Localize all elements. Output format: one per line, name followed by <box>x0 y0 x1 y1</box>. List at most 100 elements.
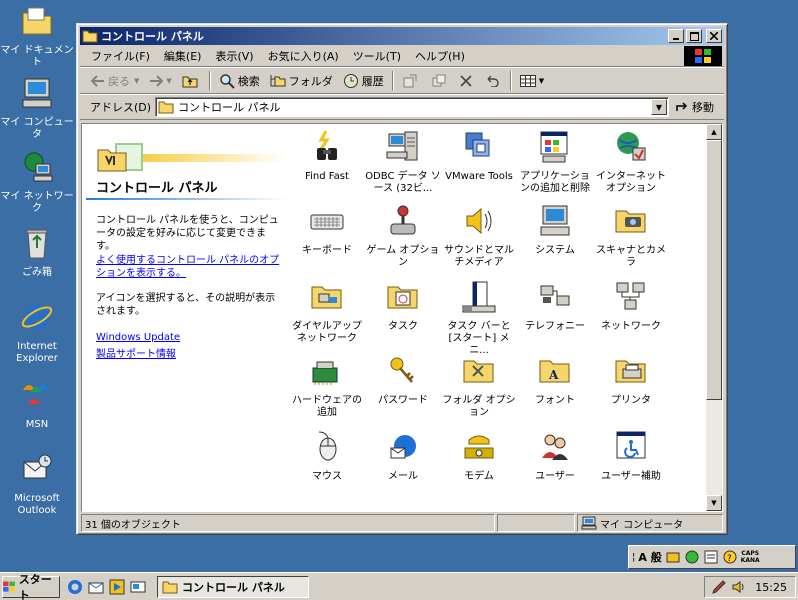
address-field[interactable]: コントロール パネル ▼ <box>155 97 669 117</box>
menu-edit[interactable]: 編集(E) <box>157 46 209 66</box>
item-fonts[interactable]: A フォント <box>517 354 593 407</box>
windows-update-link[interactable]: Windows Update <box>96 331 284 344</box>
item-passwords[interactable]: パスワード <box>365 354 441 407</box>
item-internet-options[interactable]: インターネット オプション <box>593 130 669 195</box>
item-keyboard[interactable]: キーボード <box>289 204 365 257</box>
language-bar[interactable]: ¦ A 般 ? CAPS KANA <box>628 545 796 569</box>
item-scanners-cameras[interactable]: スキャナとカメラ <box>593 204 669 269</box>
control-panel-large-icon <box>97 143 143 172</box>
menu-file[interactable]: ファイル(F) <box>84 46 157 66</box>
item-modems[interactable]: モデム <box>441 430 517 483</box>
media-player-icon[interactable] <box>108 578 126 596</box>
item-dialup-networking[interactable]: ダイヤルアップ ネットワーク <box>289 280 365 345</box>
item-odbc[interactable]: ODBC データ ソース (32ビ... <box>365 130 441 195</box>
menu-help[interactable]: ヘルプ(H) <box>408 46 472 66</box>
info-pane-title: コントロール パネル <box>96 181 218 196</box>
item-find-fast[interactable]: Find Fast <box>289 130 365 183</box>
go-arrow-icon <box>676 102 688 111</box>
go-button[interactable]: 移動 <box>669 99 720 115</box>
clock[interactable]: 15:25 <box>755 581 787 594</box>
delete-button[interactable] <box>455 70 480 92</box>
item-system[interactable]: システム <box>517 204 593 257</box>
status-object-count: 31 個のオブジェクト <box>81 514 495 532</box>
telephony-icon <box>540 285 570 306</box>
menu-favorites[interactable]: お気に入り(A) <box>261 46 346 66</box>
input-mode-label[interactable]: A 般 <box>638 549 661 565</box>
menu-tools[interactable]: ツール(T) <box>346 46 408 66</box>
item-mail[interactable]: メール <box>365 430 441 483</box>
history-button[interactable]: 履歴 <box>338 70 389 92</box>
minimize-button[interactable] <box>668 29 684 43</box>
desktop-icon-my-documents[interactable]: マイ ドキュメント <box>0 4 74 69</box>
start-button[interactable]: スタート <box>2 573 60 600</box>
back-button[interactable]: 戻る ▼ <box>86 70 144 92</box>
caps-label: CAPS <box>741 550 760 557</box>
folders-button[interactable]: フォルダ <box>265 70 338 92</box>
recycle-bin-icon <box>26 229 48 259</box>
product-support-link[interactable]: 製品サポート情報 <box>96 348 284 361</box>
maximize-button[interactable] <box>686 29 702 43</box>
window-title: コントロール パネル <box>101 30 204 43</box>
ime-tool-icon[interactable] <box>665 549 681 565</box>
item-mouse[interactable]: マウス <box>289 430 365 483</box>
desktop-icon-msn[interactable]: MSN <box>0 378 74 431</box>
title-bar[interactable]: コントロール パネル <box>80 27 724 45</box>
item-network[interactable]: ネットワーク <box>593 280 669 333</box>
internet-explorer-icon[interactable] <box>66 578 84 596</box>
item-folder-options[interactable]: フォルダ オプション <box>441 354 517 419</box>
desktop-icon-my-computer[interactable]: マイ コンピュータ <box>0 76 74 141</box>
taskbar-icon <box>462 281 496 313</box>
minimize-icon <box>673 38 679 40</box>
menu-bar: ファイル(F) 編集(E) 表示(V) お気に入り(A) ツール(T) ヘルプ(… <box>80 45 724 67</box>
scroll-down-button[interactable]: ▼ <box>706 495 722 511</box>
up-button[interactable] <box>177 70 206 92</box>
item-add-hardware[interactable]: ハードウェアの追加 <box>289 354 365 419</box>
desktop-icon-network[interactable]: マイ ネットワーク <box>0 150 74 215</box>
accessibility-icon <box>616 431 646 459</box>
item-accessibility[interactable]: ユーザー補助 <box>593 430 669 483</box>
delete-x-icon <box>460 74 472 87</box>
outlook-express-icon[interactable] <box>87 578 105 596</box>
item-users[interactable]: ユーザー <box>517 430 593 483</box>
taskbar-button-control-panel[interactable]: コントロール パネル <box>157 575 309 598</box>
close-icon <box>710 32 718 40</box>
item-label: テレフォニー <box>525 321 585 332</box>
copy-to-button[interactable] <box>426 70 455 92</box>
item-taskbar-start-menu[interactable]: タスク バーと [スタート] メニ... <box>441 280 517 357</box>
address-bar: アドレス(D) コントロール パネル ▼ 移動 <box>80 94 724 120</box>
address-dropdown-button[interactable]: ▼ <box>651 99 667 115</box>
ime-help-icon[interactable]: ? <box>722 549 738 565</box>
volume-icon[interactable] <box>731 579 747 595</box>
item-sound-multimedia[interactable]: サウンドとマルチメディア <box>441 204 517 269</box>
ime-pad-icon[interactable] <box>684 549 700 565</box>
pen-icon[interactable] <box>711 579 727 595</box>
item-vmware-tools[interactable]: VMware Tools <box>441 130 517 183</box>
close-button[interactable] <box>706 29 722 43</box>
frequent-options-link[interactable]: よく使用するコントロール パネルのオプションを表示する。 <box>96 254 284 280</box>
move-to-button[interactable] <box>397 70 426 92</box>
item-game-options[interactable]: ゲーム オプション <box>365 204 441 269</box>
item-label: ネットワーク <box>601 321 661 332</box>
desktop-icon-recycle-bin[interactable]: ごみ箱 <box>0 226 74 279</box>
item-add-remove-programs[interactable]: アプリケーションの追加と削除 <box>517 130 593 195</box>
item-printers[interactable]: プリンタ <box>593 354 669 407</box>
show-desktop-icon[interactable] <box>129 578 147 596</box>
views-button[interactable]: ▼ <box>515 70 549 92</box>
desktop-icon-internet-explorer[interactable]: Internet Explorer <box>0 300 74 365</box>
passwords-icon <box>390 357 414 383</box>
kana-label: KANA <box>740 557 760 564</box>
up-folder-icon <box>182 76 198 87</box>
item-scheduled-tasks[interactable]: タスク <box>365 280 441 333</box>
desktop-icon-outlook[interactable]: Microsoft Outlook <box>0 452 74 517</box>
desktop-icon-label: マイ コンピュータ <box>0 117 74 140</box>
forward-button[interactable]: ▼ <box>144 70 176 92</box>
item-telephony[interactable]: テレフォニー <box>517 280 593 333</box>
item-label: サウンドとマルチメディア <box>444 245 514 268</box>
menu-view[interactable]: 表示(V) <box>208 46 260 66</box>
undo-button[interactable] <box>480 70 507 92</box>
scroll-up-button[interactable]: ▲ <box>706 124 722 140</box>
scroll-thumb[interactable] <box>706 140 722 400</box>
ime-dictionary-icon[interactable] <box>703 549 719 565</box>
search-button[interactable]: 検索 <box>214 70 265 92</box>
vertical-scrollbar[interactable]: ▲ ▼ <box>706 124 722 511</box>
